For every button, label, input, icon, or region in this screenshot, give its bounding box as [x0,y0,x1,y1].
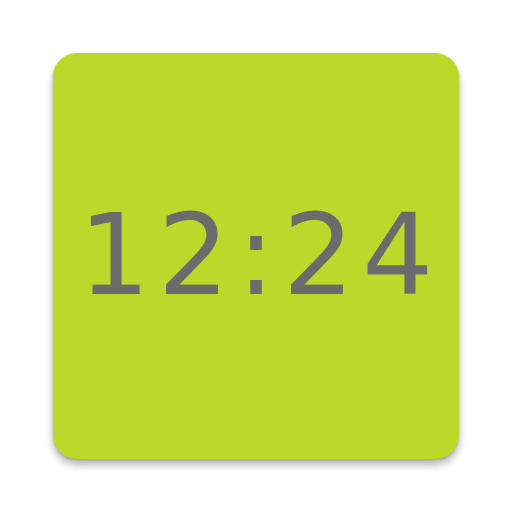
app-icon-stage: 12:24 [0,0,512,512]
clock-time-display: 12:24 [78,191,442,321]
clock-app-icon[interactable]: 12:24 [53,53,459,459]
